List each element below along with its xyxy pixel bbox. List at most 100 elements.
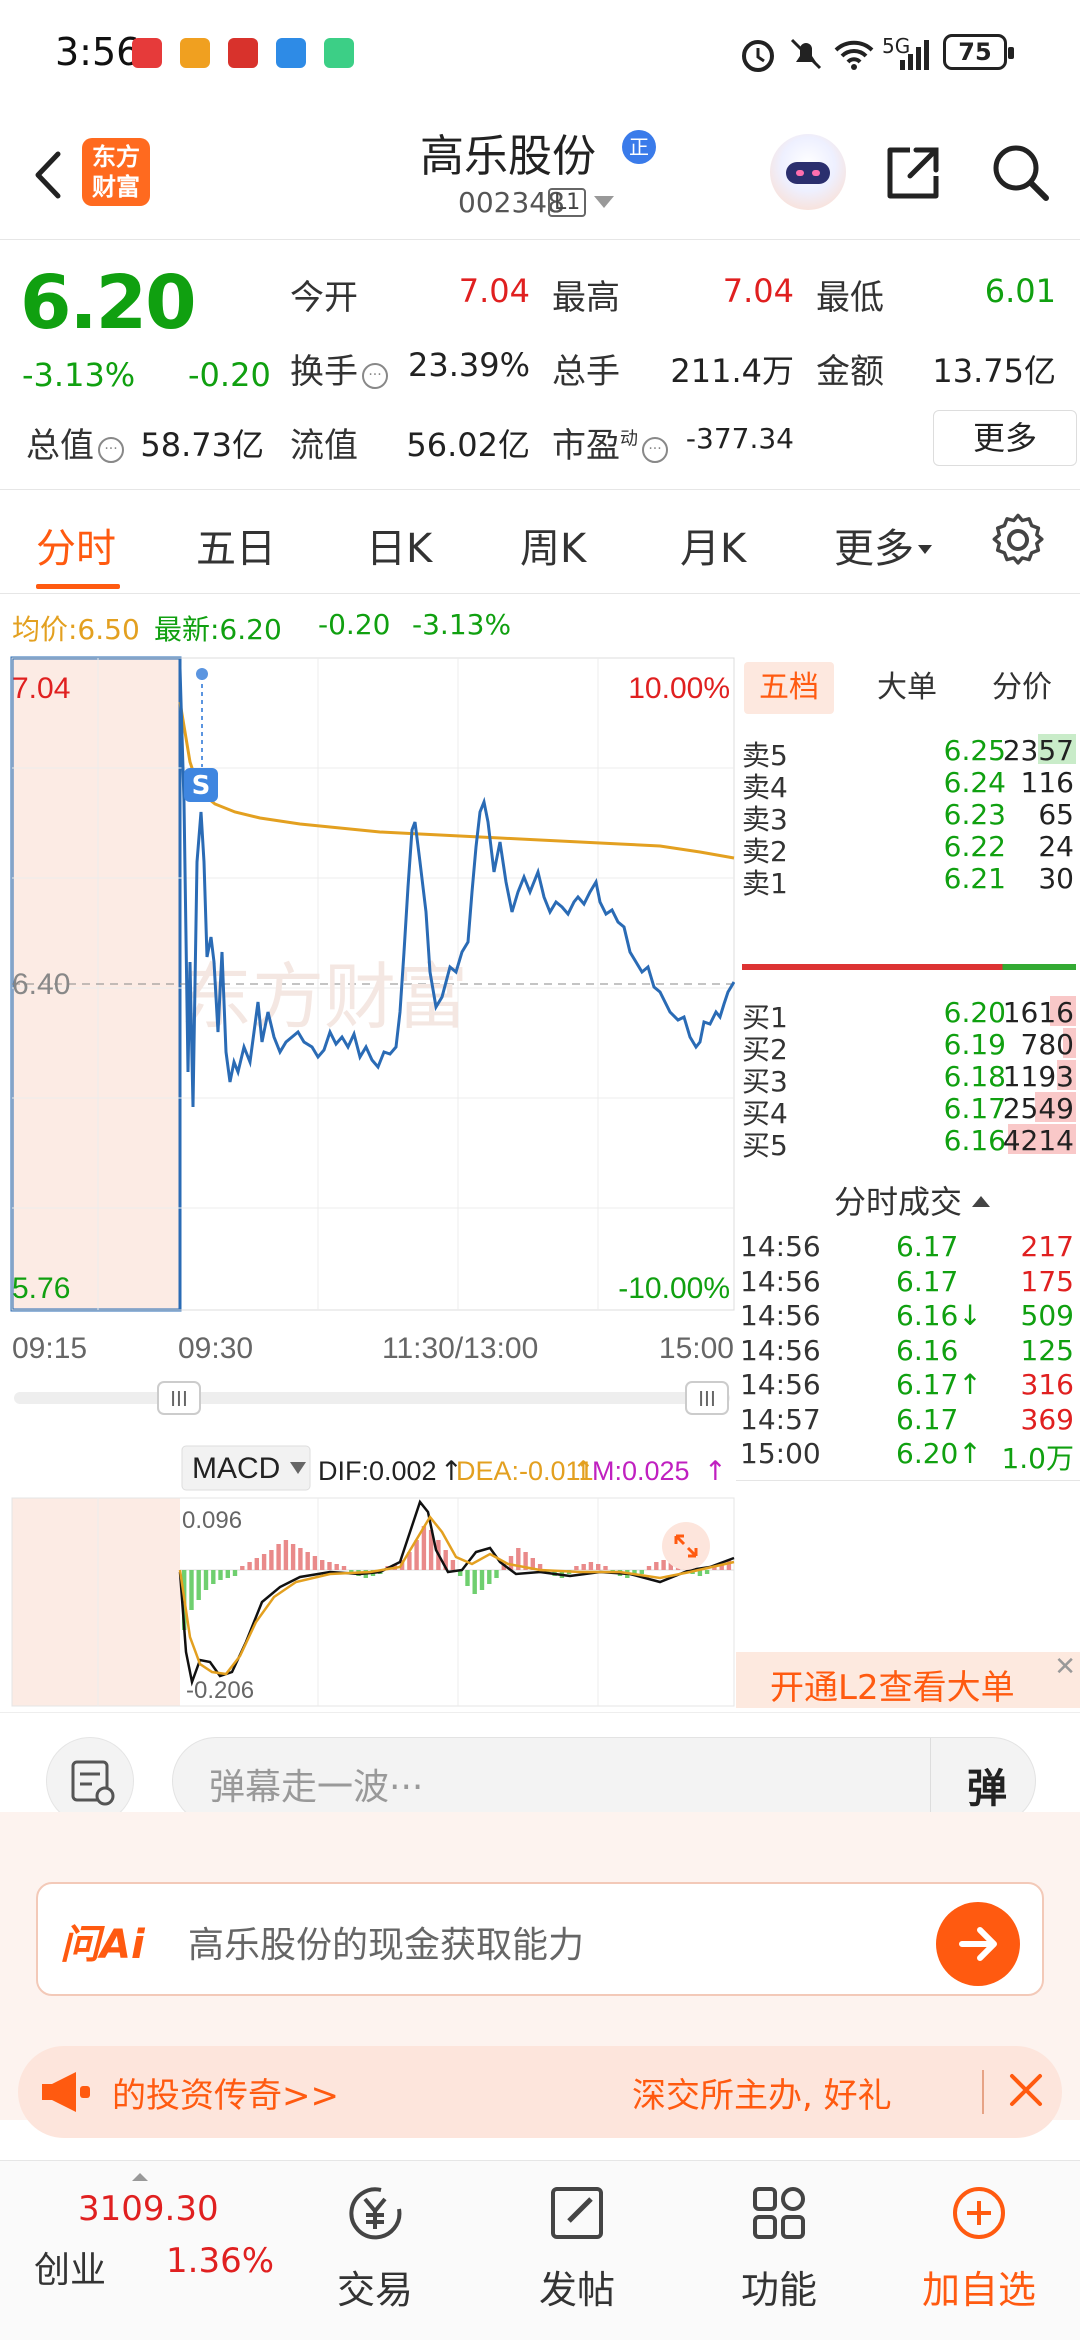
mute-icon <box>790 38 822 70</box>
macd-bar <box>225 1570 230 1578</box>
trades-title[interactable]: 分时成交 <box>834 1177 991 1223</box>
macd-bar <box>472 1570 477 1594</box>
ask-row[interactable]: 卖4 6.24 116 <box>736 766 1080 804</box>
wifi-icon <box>834 40 874 70</box>
close-icon[interactable]: ✕ <box>1054 1652 1076 1682</box>
tab-more[interactable]: 更多 <box>834 516 932 574</box>
x-axis-label: 11:30/13:00 <box>382 1332 538 1365</box>
order-book-panel: 五档 大单 分价 分时成交 开通L2查看大单 ✕ 卖5 6.25 2357 卖4 6.2… <box>736 652 1080 1712</box>
tab-price-distribution[interactable]: 分价 <box>972 662 1072 714</box>
amount-label: 金额 <box>816 352 884 392</box>
macd-bar <box>450 1560 456 1570</box>
trade-price: 6.20↑ <box>896 1437 982 1470</box>
pe-value: -377.34 <box>685 422 794 455</box>
info-icon: ··· <box>642 437 668 463</box>
tab-big-orders[interactable]: 大单 <box>862 662 952 714</box>
volume-label: 总手 <box>552 352 620 392</box>
svg-text:III: III <box>698 1387 716 1411</box>
ask-row[interactable]: 卖1 6.21 30 <box>736 862 1080 900</box>
macd-bar <box>189 1570 194 1610</box>
bid-row[interactable]: 买4 6.17 2549 <box>736 1092 1080 1130</box>
search-icon[interactable] <box>988 140 1054 206</box>
app-notification-icon <box>228 38 258 68</box>
danmaku-toggle-button[interactable]: 弹 <box>967 1756 1007 1814</box>
more-button[interactable]: 更多 <box>933 410 1077 466</box>
macd-bottom-label: -0.206 <box>186 1677 254 1704</box>
tab-monthly-k[interactable]: 月K <box>680 516 746 574</box>
ob-price: 6.19 <box>943 1028 1006 1061</box>
ask-ai-question[interactable]: 高乐股份的现金获取能力 <box>188 1916 584 1968</box>
tab-intraday[interactable]: 分时 <box>36 516 116 574</box>
app-logo[interactable]: 东方 财富 <box>82 138 150 206</box>
expand-button[interactable] <box>662 1522 710 1570</box>
nav-features[interactable]: 功能 <box>714 2179 844 2329</box>
macd-bar <box>298 1548 303 1570</box>
ob-volume: 4214 <box>1002 1124 1074 1157</box>
tab-five-day[interactable]: 五日 <box>196 516 276 574</box>
time-range-track[interactable] <box>14 1392 730 1404</box>
level-badge[interactable]: L1 <box>548 188 587 217</box>
tab-weekly-k[interactable]: 周K <box>520 516 586 574</box>
l2-upgrade-banner[interactable]: 开通L2查看大单 ✕ <box>736 1652 1080 1708</box>
alarm-icon <box>742 40 774 72</box>
macd-bar <box>574 1566 579 1570</box>
ob-price: 6.23 <box>943 798 1006 831</box>
ask-row[interactable]: 卖2 6.22 24 <box>736 830 1080 868</box>
ask-ai-go-button[interactable] <box>936 1902 1020 1986</box>
bid-row[interactable]: 买2 6.19 780 <box>736 1028 1080 1066</box>
chevron-up-icon[interactable] <box>132 2173 148 2181</box>
mktcap-value: 58.73亿 <box>140 426 264 464</box>
add-circle-icon <box>953 2187 1005 2239</box>
chevron-down-icon[interactable] <box>594 196 614 208</box>
nav-trade[interactable]: 交易 <box>310 2179 440 2329</box>
ob-volume: 2549 <box>1002 1092 1074 1125</box>
tab-daily-k[interactable]: 日K <box>366 516 432 574</box>
marquee-text-right: 深交所主办, 好礼 <box>632 2076 892 2116</box>
share-icon[interactable] <box>880 140 946 206</box>
stock-badge: 正 <box>622 130 656 164</box>
close-icon[interactable] <box>1006 2062 1046 2118</box>
bid-row[interactable]: 买3 6.18 1193 <box>736 1060 1080 1098</box>
gear-icon[interactable] <box>990 512 1046 568</box>
change-amount: -0.20 <box>188 356 271 394</box>
macd-bar <box>290 1544 296 1570</box>
ask-row[interactable]: 卖3 6.23 65 <box>736 798 1080 836</box>
macd-bar <box>581 1564 586 1570</box>
macd-bar <box>596 1564 601 1570</box>
ask-row[interactable]: 卖5 6.25 2357 <box>736 734 1080 772</box>
info-change: -0.20 <box>318 608 391 641</box>
nav-add-watchlist[interactable]: 加自选 <box>914 2179 1044 2329</box>
bottom-navigation: 3109.30 创业 1.36% 交易 发帖 功能 加自选 <box>0 2160 1080 2340</box>
index-value[interactable]: 3109.30 <box>78 2189 219 2229</box>
amount-value: 13.75亿 <box>932 352 1056 390</box>
nav-post[interactable]: 发帖 <box>512 2179 642 2329</box>
chart-svg: 东方财富 S 7.04 6.40 5.76 10.00% -10.00% 09:… <box>10 656 736 1707</box>
svg-text:↑: ↑ <box>704 1456 727 1487</box>
ask-ai-section: 问Ai 高乐股份的现金获取能力 <box>0 1812 1080 2002</box>
macd-bar <box>320 1560 325 1570</box>
macd-m: M:0.025 <box>592 1456 690 1486</box>
tab-five-levels[interactable]: 五档 <box>744 662 834 714</box>
intraday-chart[interactable]: 东方财富 S 7.04 6.40 5.76 10.00% -10.00% 09:… <box>0 652 736 1712</box>
y-axis-bottom: 5.76 <box>12 1272 70 1305</box>
intraday-info-line: 均价:6.50 最新:6.20 -0.20 -3.13% <box>0 600 740 650</box>
index-name[interactable]: 创业 <box>34 2241 106 2293</box>
bid-row[interactable]: 买1 6.20 1616 <box>736 996 1080 1034</box>
macd-bar <box>646 1566 652 1570</box>
ai-assistant-icon[interactable] <box>770 134 846 210</box>
stock-name: 高乐股份 <box>420 131 596 182</box>
bid-row[interactable]: 买5 6.16 4214 <box>736 1124 1080 1162</box>
ask-ai-card[interactable]: 问Ai 高乐股份的现金获取能力 <box>36 1882 1044 1996</box>
announcement-banner[interactable]: 的投资传奇>> 深交所主办, 好礼 <box>18 2046 1062 2138</box>
announcement-marquee: 的投资传奇>> 深交所主办, 好礼 <box>0 2002 1080 2138</box>
macd-bar <box>240 1566 245 1570</box>
ob-price: 6.24 <box>943 766 1006 799</box>
macd-bar <box>305 1552 310 1570</box>
y-axis-top: 7.04 <box>12 672 70 705</box>
back-icon[interactable] <box>20 140 80 210</box>
macd-bar <box>327 1562 332 1570</box>
macd-bar <box>421 1526 427 1570</box>
macd-bar <box>603 1566 608 1570</box>
macd-top-label: 0.096 <box>182 1507 242 1534</box>
macd-bar <box>487 1570 492 1584</box>
